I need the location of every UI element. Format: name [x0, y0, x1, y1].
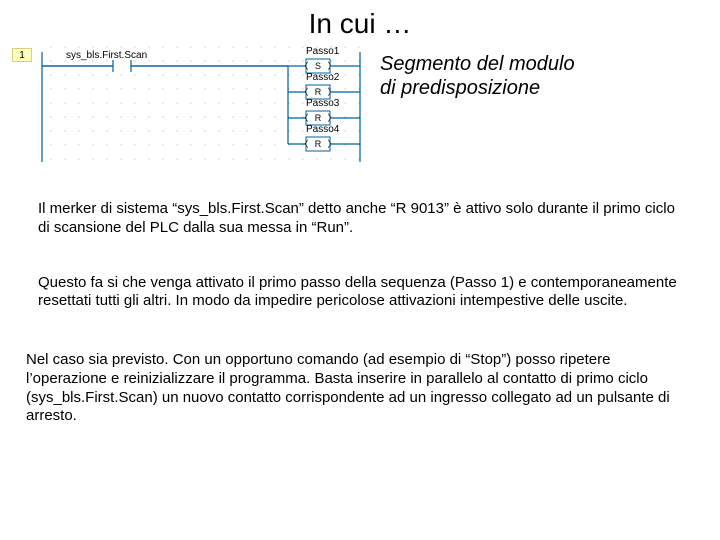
coil-type-2: R [315, 113, 322, 123]
paragraph-2: Questo fa si che venga attivato il primo… [0, 274, 720, 312]
svg-text:〈: 〈 [299, 113, 308, 123]
coil-type-1: R [315, 87, 322, 97]
svg-text:〈: 〈 [299, 61, 308, 71]
caption-line-2: di predisposizione [380, 77, 540, 99]
coil-type-0: S [315, 61, 321, 71]
coil-label-3: Passo4 [306, 124, 339, 135]
coil-label-0: Passo1 [306, 46, 339, 57]
svg-text:〈: 〈 [299, 139, 308, 149]
paragraph-1: Il merker di sistema “sys_bls.First.Scan… [0, 200, 720, 238]
coil-type-3: R [315, 139, 322, 149]
diagram-caption: Segmento del modulo di predisposizione [368, 46, 575, 100]
paragraph-3: Nel caso sia previsto. Con un opportuno … [0, 351, 720, 426]
top-row: 1 [0, 46, 720, 166]
ladder-diagram: 1 [8, 46, 368, 166]
caption-line-1: Segmento del modulo [380, 53, 575, 75]
coil-label-1: Passo2 [306, 72, 339, 83]
coil-label-2: Passo3 [306, 98, 339, 109]
contact-label: sys_bls.First.Scan [66, 50, 147, 61]
slide-title: In cui … [0, 0, 720, 46]
svg-text:〈: 〈 [299, 87, 308, 97]
